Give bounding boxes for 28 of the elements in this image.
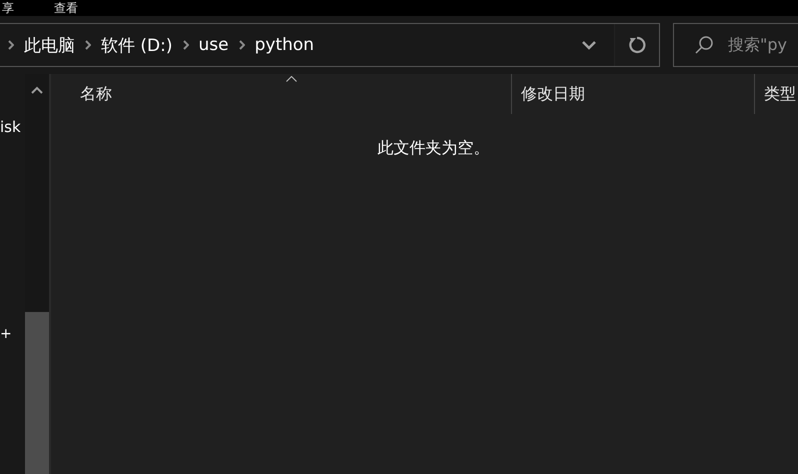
sort-caret-icon — [286, 76, 297, 82]
scrollbar-thumb[interactable] — [25, 312, 49, 474]
search-placeholder: 搜索"py — [728, 34, 787, 56]
search-icon — [694, 35, 714, 55]
column-header[interactable]: 类型 — [764, 84, 796, 104]
breadcrumb[interactable]: use — [198, 35, 229, 55]
nav-item[interactable]: + — [0, 326, 25, 342]
scroll-up-icon[interactable] — [31, 86, 43, 94]
column-header-cell[interactable]: 名称 — [51, 74, 512, 114]
column-header[interactable]: 修改日期 — [521, 84, 585, 104]
breadcrumb[interactable]: python — [254, 35, 314, 55]
chevron-right-icon — [85, 40, 91, 50]
address-bar[interactable]: 此电脑 软件 (D:) use python — [0, 23, 660, 67]
ribbon-tab[interactable]: 查看 — [54, 1, 78, 15]
chevron-right-icon — [8, 40, 14, 50]
nav-item[interactable]: isk — [0, 118, 25, 136]
breadcrumb[interactable]: 软件 (D:) — [101, 34, 172, 56]
column-header-cell[interactable]: 修改日期 — [512, 74, 755, 114]
breadcrumb[interactable]: 此电脑 — [24, 34, 75, 56]
chevron-right-icon — [238, 40, 245, 50]
empty-folder-message: 此文件夹为空。 — [376, 138, 490, 159]
chevron-right-icon — [182, 40, 188, 50]
ribbon-tab[interactable]: 享 — [2, 1, 14, 15]
column-header-cell[interactable]: 类型 — [755, 74, 798, 114]
refresh-icon — [628, 36, 646, 54]
search-field[interactable]: 搜索"py — [673, 23, 798, 67]
dropdown-chevron-icon[interactable] — [582, 40, 596, 50]
column-header[interactable]: 名称 — [80, 84, 112, 104]
